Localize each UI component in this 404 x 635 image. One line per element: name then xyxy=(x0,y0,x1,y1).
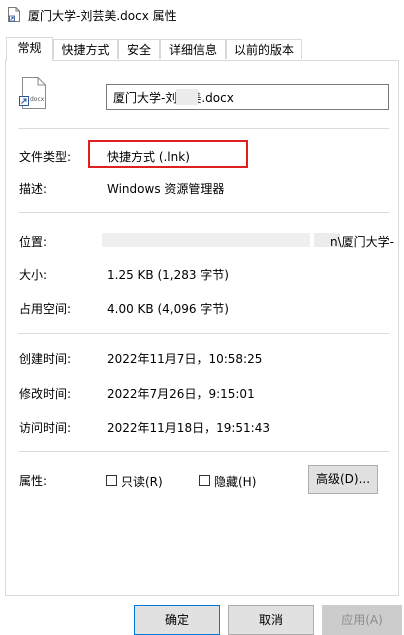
hidden-checkbox[interactable] xyxy=(199,475,210,486)
modified-label: 修改时间: xyxy=(19,387,72,401)
file-type-label: 文件类型: xyxy=(19,150,72,164)
created-label: 创建时间: xyxy=(19,352,72,366)
readonly-checkbox[interactable] xyxy=(106,475,117,486)
ok-button[interactable]: 确定 xyxy=(134,605,220,635)
attributes-label: 属性: xyxy=(19,474,48,488)
size-value: 1.25 KB (1,283 字节) xyxy=(107,268,229,282)
title-bar: 厦门大学-刘芸美.docx 属性 xyxy=(0,0,404,30)
docx-shortcut-file-icon: docx xyxy=(19,77,46,109)
disk-size-value: 4.00 KB (4,096 字节) xyxy=(107,302,229,316)
advanced-button[interactable]: 高级(D)... xyxy=(308,465,378,494)
description-value: Windows 资源管理器 xyxy=(107,182,225,196)
location-value: n\厦门大学- xyxy=(330,235,394,249)
tab-strip: 常规 快捷方式 安全 详细信息 以前的版本 xyxy=(6,37,400,61)
tab-general[interactable]: 常规 xyxy=(6,37,53,61)
redaction-block xyxy=(176,89,198,105)
hidden-label[interactable]: 隐藏(H) xyxy=(214,473,256,490)
apply-button[interactable]: 应用(A) xyxy=(322,605,402,635)
size-label: 大小: xyxy=(19,268,48,282)
location-redaction xyxy=(102,233,310,247)
divider xyxy=(18,451,389,452)
tab-security[interactable]: 安全 xyxy=(118,39,160,59)
document-shortcut-icon xyxy=(8,7,20,22)
tab-shortcut[interactable]: 快捷方式 xyxy=(53,39,118,59)
location-label: 位置: xyxy=(19,235,48,249)
readonly-label[interactable]: 只读(R) xyxy=(121,473,163,490)
accessed-value: 2022年11月18日，19:51:43 xyxy=(107,421,270,435)
accessed-label: 访问时间: xyxy=(19,421,72,435)
file-icon-label: docx xyxy=(30,96,45,103)
created-value: 2022年11月7日，10:58:25 xyxy=(107,352,263,366)
tab-previous-versions[interactable]: 以前的版本 xyxy=(226,39,302,59)
divider xyxy=(18,212,389,213)
tab-details[interactable]: 详细信息 xyxy=(160,39,226,59)
highlight-box xyxy=(88,140,248,168)
divider xyxy=(18,333,389,334)
disk-size-label: 占用空间: xyxy=(19,302,72,316)
cancel-button[interactable]: 取消 xyxy=(228,605,314,635)
modified-value: 2022年7月26日，9:15:01 xyxy=(107,387,255,401)
divider xyxy=(18,128,389,129)
window-title: 厦门大学-刘芸美.docx 属性 xyxy=(28,9,177,23)
file-name-input[interactable]: 厦门大学-刘芸美.docx xyxy=(106,84,389,110)
description-label: 描述: xyxy=(19,182,48,196)
